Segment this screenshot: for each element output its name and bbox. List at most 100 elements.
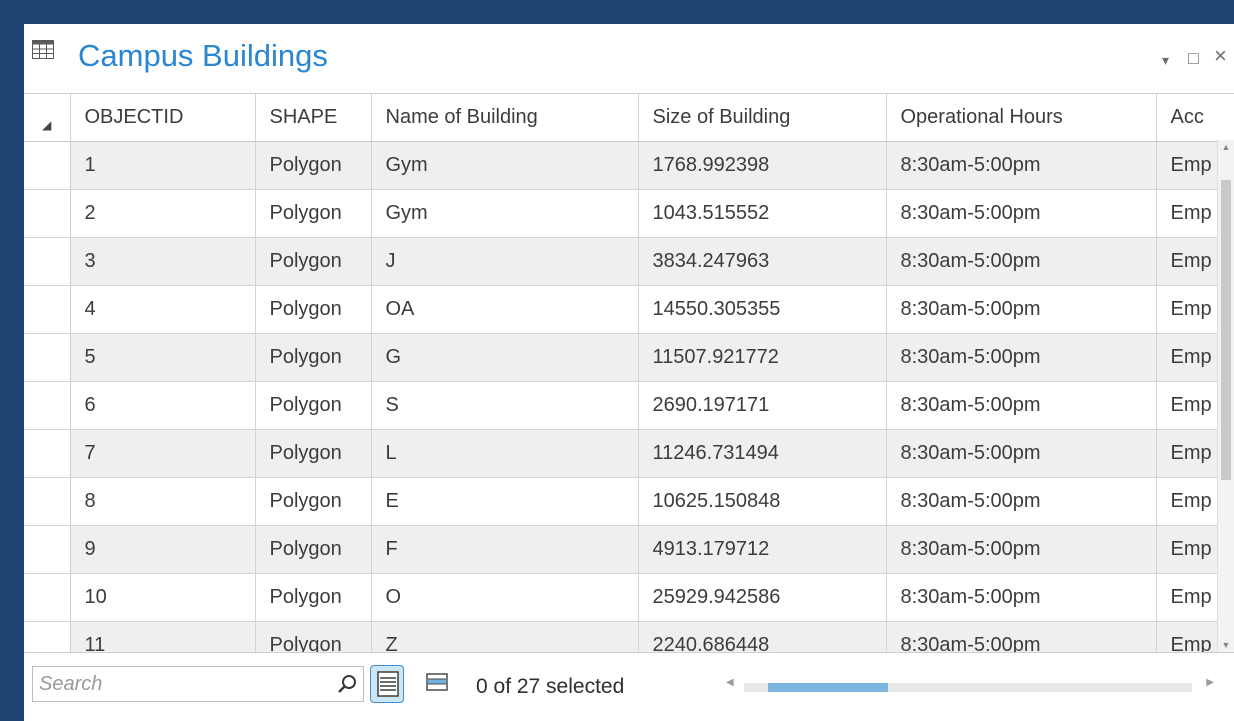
table-row[interactable]: 5 Polygon G 11507.921772 8:30am-5:00pm Emp <box>24 333 1234 382</box>
table-row[interactable]: 6 Polygon S 2690.197171 8:30am-5:00pm Emp <box>24 381 1234 430</box>
table-cell[interactable]: 1768.992398 <box>638 141 887 190</box>
row-selector[interactable] <box>24 477 71 526</box>
table-row[interactable]: 9 Polygon F 4913.179712 8:30am-5:00pm Emp <box>24 525 1234 574</box>
row-selector[interactable] <box>24 141 71 190</box>
table-cell[interactable]: G <box>371 333 639 382</box>
scroll-thumb[interactable] <box>1221 180 1231 480</box>
table-cell[interactable]: 8:30am-5:00pm <box>886 477 1157 526</box>
table-cell[interactable]: 8:30am-5:00pm <box>886 429 1157 478</box>
row-selector[interactable] <box>24 573 71 622</box>
row-selector[interactable] <box>24 429 71 478</box>
table-cell[interactable]: Polygon <box>255 333 372 382</box>
column-header[interactable]: OBJECTID <box>70 94 256 142</box>
table-row[interactable]: 4 Polygon OA 14550.305355 8:30am-5:00pm Emp <box>24 285 1234 334</box>
table-cell[interactable]: Polygon <box>255 573 372 622</box>
column-header[interactable]: Name of Building <box>371 94 639 142</box>
table-cell[interactable]: 8 <box>70 477 256 526</box>
table-cell[interactable]: Polygon <box>255 381 372 430</box>
table-cell[interactable]: O <box>371 573 639 622</box>
table-cell[interactable]: 10625.150848 <box>638 477 887 526</box>
table-cell[interactable]: 8:30am-5:00pm <box>886 285 1157 334</box>
table-cell[interactable]: E <box>371 477 639 526</box>
table-cell[interactable]: 2 <box>70 189 256 238</box>
table-cell[interactable]: 8:30am-5:00pm <box>886 525 1157 574</box>
table-cell[interactable]: Polygon <box>255 237 372 286</box>
table-cell[interactable]: Gym <box>371 189 639 238</box>
table-row[interactable]: 2 Polygon Gym 1043.515552 8:30am-5:00pm Emp <box>24 189 1234 238</box>
vertical-scrollbar[interactable]: ▲ ▼ <box>1217 140 1234 652</box>
table-cell[interactable]: 8:30am-5:00pm <box>886 141 1157 190</box>
row-selector[interactable] <box>24 525 71 574</box>
table-cell[interactable]: 4 <box>70 285 256 334</box>
scroll-up-icon[interactable]: ▲ <box>1218 140 1234 154</box>
table-cell[interactable]: 2240.686448 <box>638 621 887 653</box>
table-cell[interactable]: S <box>371 381 639 430</box>
table-row[interactable]: 3 Polygon J 3834.247963 8:30am-5:00pm Emp <box>24 237 1234 286</box>
table-cell[interactable]: 8:30am-5:00pm <box>886 621 1157 653</box>
table-cell[interactable]: Gym <box>371 141 639 190</box>
table-cell[interactable]: 11246.731494 <box>638 429 887 478</box>
close-icon[interactable]: × <box>1214 45 1227 67</box>
table-row[interactable]: 8 Polygon E 10625.150848 8:30am-5:00pm Emp <box>24 477 1234 526</box>
horizontal-scrollbar[interactable]: ◀ ▶ <box>726 675 1214 695</box>
table-cell[interactable]: OA <box>371 285 639 334</box>
table-cell[interactable]: Polygon <box>255 189 372 238</box>
table-row[interactable]: 1 Polygon Gym 1768.992398 8:30am-5:00pm Emp <box>24 141 1234 190</box>
row-selector[interactable] <box>24 237 71 286</box>
search-icon[interactable] <box>337 674 357 694</box>
scroll-left-icon[interactable]: ◀ <box>726 677 734 688</box>
column-header[interactable]: Acc <box>1156 94 1234 142</box>
table-cell[interactable]: Polygon <box>255 477 372 526</box>
row-selector[interactable] <box>24 333 71 382</box>
table-cell[interactable]: 6 <box>70 381 256 430</box>
table-cell[interactable]: 4913.179712 <box>638 525 887 574</box>
row-selector[interactable] <box>24 621 71 653</box>
table-cell[interactable]: Polygon <box>255 285 372 334</box>
table-cell[interactable]: 14550.305355 <box>638 285 887 334</box>
table-row[interactable]: 11 Polygon Z 2240.686448 8:30am-5:00pm Emp <box>24 621 1234 653</box>
table-cell[interactable]: Polygon <box>255 525 372 574</box>
table-cell[interactable]: 8:30am-5:00pm <box>886 333 1157 382</box>
table-row[interactable]: 10 Polygon O 25929.942586 8:30am-5:00pm Emp <box>24 573 1234 622</box>
table-cell[interactable]: Z <box>371 621 639 653</box>
show-selected-records-icon[interactable] <box>426 671 448 693</box>
maximize-icon[interactable]: □ <box>1188 48 1199 68</box>
table-cell[interactable]: 8:30am-5:00pm <box>886 573 1157 622</box>
table-cell[interactable]: 9 <box>70 525 256 574</box>
table-cell[interactable]: 3 <box>70 237 256 286</box>
table-cell[interactable]: Polygon <box>255 141 372 190</box>
table-cell[interactable]: 1 <box>70 141 256 190</box>
row-selector[interactable] <box>24 189 71 238</box>
row-selector[interactable] <box>24 285 71 334</box>
table-cell[interactable]: 25929.942586 <box>638 573 887 622</box>
table-cell[interactable]: 1043.515552 <box>638 189 887 238</box>
pane-menu-icon[interactable]: ▾ <box>1162 50 1169 70</box>
table-cell[interactable]: 10 <box>70 573 256 622</box>
select-all-header[interactable]: ◢ <box>24 94 71 142</box>
table-cell[interactable]: 11 <box>70 621 256 653</box>
show-all-records-button[interactable] <box>370 665 404 703</box>
table-cell[interactable]: 3834.247963 <box>638 237 887 286</box>
column-header[interactable]: Size of Building <box>638 94 887 142</box>
scroll-down-icon[interactable]: ▼ <box>1218 638 1234 652</box>
table-cell[interactable]: 7 <box>70 429 256 478</box>
table-cell[interactable]: 5 <box>70 333 256 382</box>
selection-count: 0 of 27 selected <box>476 675 625 698</box>
table-cell[interactable]: 8:30am-5:00pm <box>886 237 1157 286</box>
table-cell[interactable]: Polygon <box>255 429 372 478</box>
table-cell[interactable]: 2690.197171 <box>638 381 887 430</box>
column-header[interactable]: SHAPE <box>255 94 372 142</box>
table-row[interactable]: 7 Polygon L 11246.731494 8:30am-5:00pm Emp <box>24 429 1234 478</box>
table-cell[interactable]: L <box>371 429 639 478</box>
scroll-right-icon[interactable]: ▶ <box>1206 677 1214 688</box>
scroll-thumb[interactable] <box>768 683 888 692</box>
table-cell[interactable]: 8:30am-5:00pm <box>886 381 1157 430</box>
search-input[interactable] <box>33 667 323 701</box>
table-cell[interactable]: F <box>371 525 639 574</box>
table-cell[interactable]: 8:30am-5:00pm <box>886 189 1157 238</box>
row-selector[interactable] <box>24 381 71 430</box>
table-cell[interactable]: J <box>371 237 639 286</box>
table-cell[interactable]: Polygon <box>255 621 372 653</box>
column-header[interactable]: Operational Hours <box>886 94 1157 142</box>
table-cell[interactable]: 11507.921772 <box>638 333 887 382</box>
